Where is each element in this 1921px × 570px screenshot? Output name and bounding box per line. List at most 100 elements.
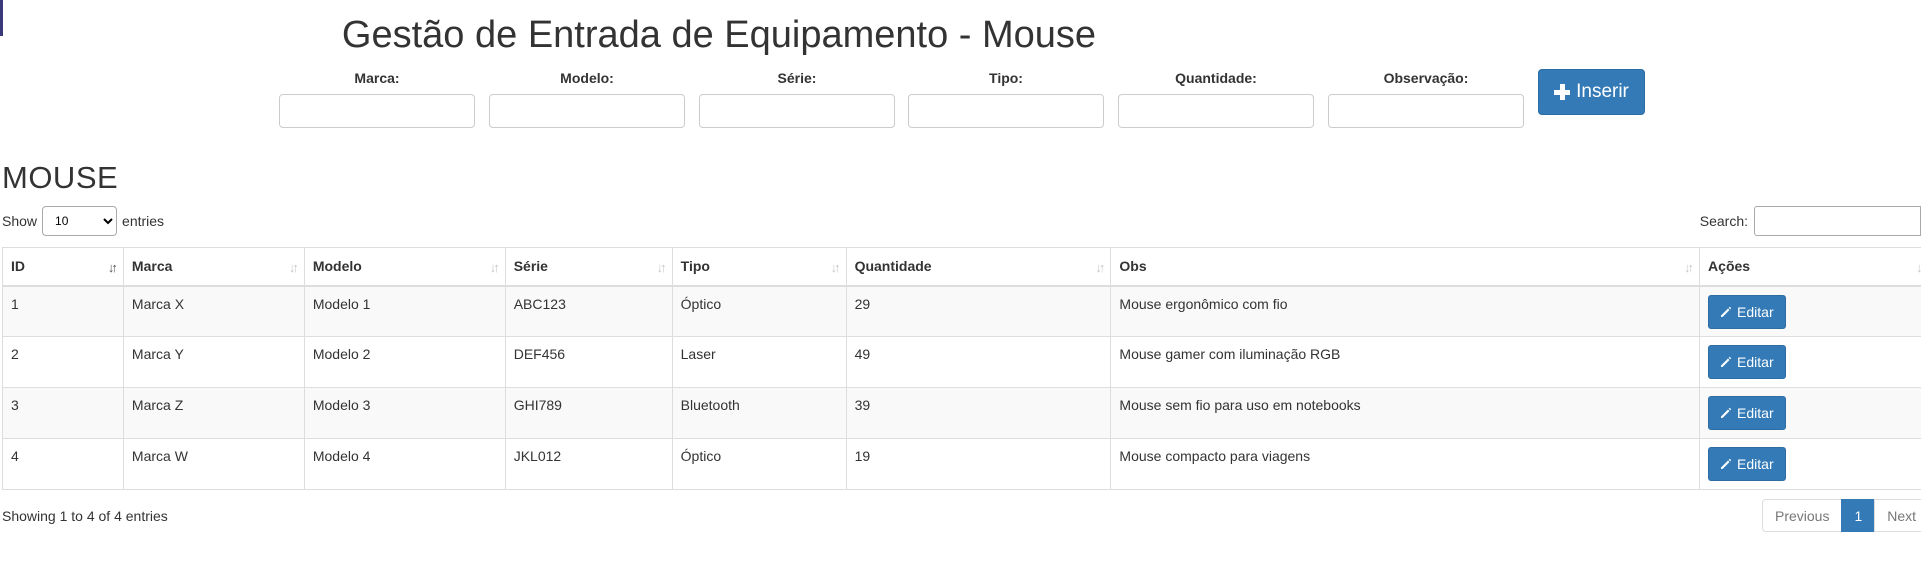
cell-modelo: Modelo 3 bbox=[303, 387, 506, 439]
column-header-label: Quantidade bbox=[854, 258, 932, 275]
edit-button-label: Editar bbox=[1737, 405, 1774, 421]
cell-marca: Marca Z bbox=[122, 387, 305, 439]
edit-button-label: Editar bbox=[1737, 303, 1774, 320]
column-header-id[interactable]: ID ↓↑ bbox=[2, 247, 124, 287]
column-header-label: Série bbox=[513, 258, 548, 275]
next-page-button[interactable]: Next bbox=[1874, 499, 1921, 532]
pencil-icon bbox=[1721, 458, 1732, 469]
table-info-text: Showing 1 to 4 of 4 entries bbox=[2, 508, 168, 524]
column-header-label: Modelo bbox=[312, 258, 362, 275]
cell-actions: Editar bbox=[1699, 438, 1921, 490]
cell-tipo: Óptico bbox=[671, 285, 847, 337]
cell-tipo: Óptico bbox=[671, 438, 847, 490]
edit-button[interactable]: Editar bbox=[1708, 396, 1786, 430]
cell-quantidade: 39 bbox=[845, 387, 1112, 439]
quantidade-input[interactable] bbox=[1118, 94, 1314, 128]
cell-marca: Marca W bbox=[122, 438, 305, 490]
observacao-input[interactable] bbox=[1328, 94, 1524, 128]
cell-serie: JKL012 bbox=[504, 438, 673, 490]
column-header-serie[interactable]: Série ↓↑ bbox=[504, 247, 673, 287]
column-header-marca[interactable]: Marca ↓↑ bbox=[122, 247, 305, 287]
sort-ascending-icon: ↓↑ bbox=[107, 260, 118, 275]
sort-icon: ↓↑ bbox=[288, 260, 299, 275]
quantidade-label: Quantidade: bbox=[1175, 70, 1257, 86]
cell-tipo: Laser bbox=[671, 336, 847, 388]
cell-obs: Mouse sem fio para uso em notebooks bbox=[1110, 387, 1701, 439]
modelo-input[interactable] bbox=[489, 94, 685, 128]
column-header-modelo[interactable]: Modelo ↓↑ bbox=[303, 247, 506, 287]
column-header-quantidade[interactable]: Quantidade ↓↑ bbox=[845, 247, 1112, 287]
column-header-obs[interactable]: Obs ↓↑ bbox=[1110, 247, 1701, 287]
observacao-label: Observação: bbox=[1383, 70, 1469, 86]
cell-actions: Editar bbox=[1699, 285, 1921, 337]
previous-page-button[interactable]: Previous bbox=[1762, 499, 1843, 532]
column-header-label: Ações bbox=[1708, 258, 1751, 275]
serie-label: Série: bbox=[777, 70, 817, 86]
column-header-tipo[interactable]: Tipo ↓↑ bbox=[671, 247, 847, 287]
section-title: MOUSE bbox=[2, 160, 119, 195]
cell-serie: DEF456 bbox=[504, 336, 673, 388]
cell-obs: Mouse ergonômico com fio bbox=[1110, 285, 1701, 337]
form-group-marca: Marca: bbox=[279, 70, 475, 128]
insert-button[interactable]: Inserir bbox=[1538, 69, 1645, 115]
table-row: 4 Marca W Modelo 4 JKL012 Óptico 19 Mous… bbox=[2, 438, 1921, 490]
edit-button[interactable]: Editar bbox=[1708, 294, 1786, 329]
table-row: 2 Marca Y Modelo 2 DEF456 Laser 49 Mouse… bbox=[2, 336, 1921, 388]
marca-input[interactable] bbox=[279, 94, 475, 128]
show-label: Show bbox=[2, 213, 38, 229]
cell-quantidade: 29 bbox=[845, 285, 1112, 337]
cell-id: 4 bbox=[2, 438, 124, 490]
cell-tipo: Bluetooth bbox=[671, 387, 847, 439]
cell-obs: Mouse compacto para viagens bbox=[1110, 438, 1701, 490]
cell-modelo: Modelo 1 bbox=[303, 285, 506, 337]
serie-input[interactable] bbox=[699, 94, 895, 128]
table-row: 1 Marca X Modelo 1 ABC123 Óptico 29 Mous… bbox=[2, 285, 1921, 337]
pagination: Previous 1 Next bbox=[1762, 499, 1921, 532]
cell-quantidade: 19 bbox=[845, 438, 1112, 490]
cell-modelo: Modelo 4 bbox=[303, 438, 506, 490]
entries-label: entries bbox=[122, 213, 165, 229]
mouse-table: ID ↓↑ Marca ↓↑ Modelo ↓↑ Série ↓↑ Tipo ↓↑ Qua… bbox=[2, 247, 1921, 490]
sort-icon: ↓↑ bbox=[830, 260, 841, 275]
pencil-icon bbox=[1721, 356, 1732, 367]
cell-quantidade: 49 bbox=[845, 336, 1112, 388]
tipo-input[interactable] bbox=[908, 94, 1104, 128]
cell-actions: Editar bbox=[1699, 336, 1921, 388]
cell-serie: ABC123 bbox=[504, 285, 673, 337]
modelo-label: Modelo: bbox=[560, 70, 614, 86]
column-header-label: ID bbox=[11, 258, 25, 275]
sort-icon: ↓↑ bbox=[1916, 260, 1921, 275]
form-group-serie: Série: bbox=[699, 70, 895, 128]
cell-actions: Editar bbox=[1699, 387, 1921, 439]
table-header-row: ID ↓↑ Marca ↓↑ Modelo ↓↑ Série ↓↑ Tipo ↓↑ Qua… bbox=[2, 247, 1921, 287]
page-length-select[interactable]: 10 bbox=[42, 206, 118, 236]
search-label: Search: bbox=[1699, 213, 1748, 229]
sort-icon: ↓↑ bbox=[1095, 260, 1105, 275]
column-header-label: Obs bbox=[1119, 258, 1147, 275]
form-group-modelo: Modelo: bbox=[489, 70, 685, 128]
marca-label: Marca: bbox=[354, 70, 400, 86]
column-header-label: Tipo bbox=[680, 258, 710, 275]
cell-id: 1 bbox=[2, 285, 124, 337]
plus-icon bbox=[1554, 84, 1571, 100]
pencil-icon bbox=[1721, 407, 1732, 418]
sort-icon: ↓↑ bbox=[489, 260, 500, 275]
edit-button[interactable]: Editar bbox=[1708, 345, 1786, 379]
insert-button-label: Inserir bbox=[1576, 81, 1629, 102]
page-1-button[interactable]: 1 bbox=[1841, 499, 1876, 532]
column-header-label: Marca bbox=[131, 258, 173, 275]
search-input[interactable] bbox=[1754, 206, 1921, 236]
pencil-icon bbox=[1721, 306, 1732, 317]
edit-button[interactable]: Editar bbox=[1708, 447, 1786, 481]
column-header-acoes[interactable]: Ações ↓↑ bbox=[1699, 247, 1921, 287]
search-control: Search: bbox=[1700, 206, 1921, 236]
tipo-label: Tipo: bbox=[989, 70, 1023, 86]
sort-icon: ↓↑ bbox=[656, 260, 667, 275]
cell-id: 3 bbox=[2, 387, 124, 439]
page-length-control: Show 10 entries bbox=[2, 206, 164, 236]
form-group-quantidade: Quantidade: bbox=[1118, 70, 1314, 128]
form-group-observacao: Observação: bbox=[1328, 70, 1524, 128]
sort-icon: ↓↑ bbox=[1684, 260, 1694, 275]
cell-modelo: Modelo 2 bbox=[303, 336, 506, 388]
cell-marca: Marca Y bbox=[122, 336, 305, 388]
